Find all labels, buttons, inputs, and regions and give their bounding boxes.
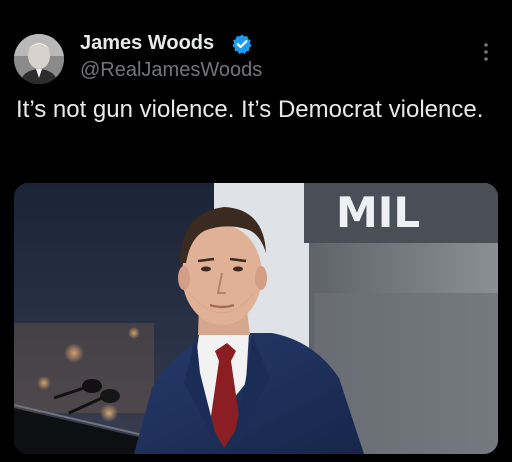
author-display-name[interactable]: James Woods: [80, 30, 214, 56]
author-avatar[interactable]: [14, 34, 64, 84]
verified-badge-icon: [232, 34, 252, 54]
tweet-card[interactable]: James Woods @RealJamesWoods It’s not gun…: [0, 0, 512, 462]
backdrop-sign-text: MIL: [336, 188, 420, 237]
tweet-text: It’s not gun violence. It’s Democrat vio…: [16, 96, 484, 123]
author-handle[interactable]: @RealJamesWoods: [80, 57, 262, 83]
more-vertical-icon[interactable]: [478, 40, 494, 64]
tweet-media-photo[interactable]: MIL: [14, 183, 498, 454]
